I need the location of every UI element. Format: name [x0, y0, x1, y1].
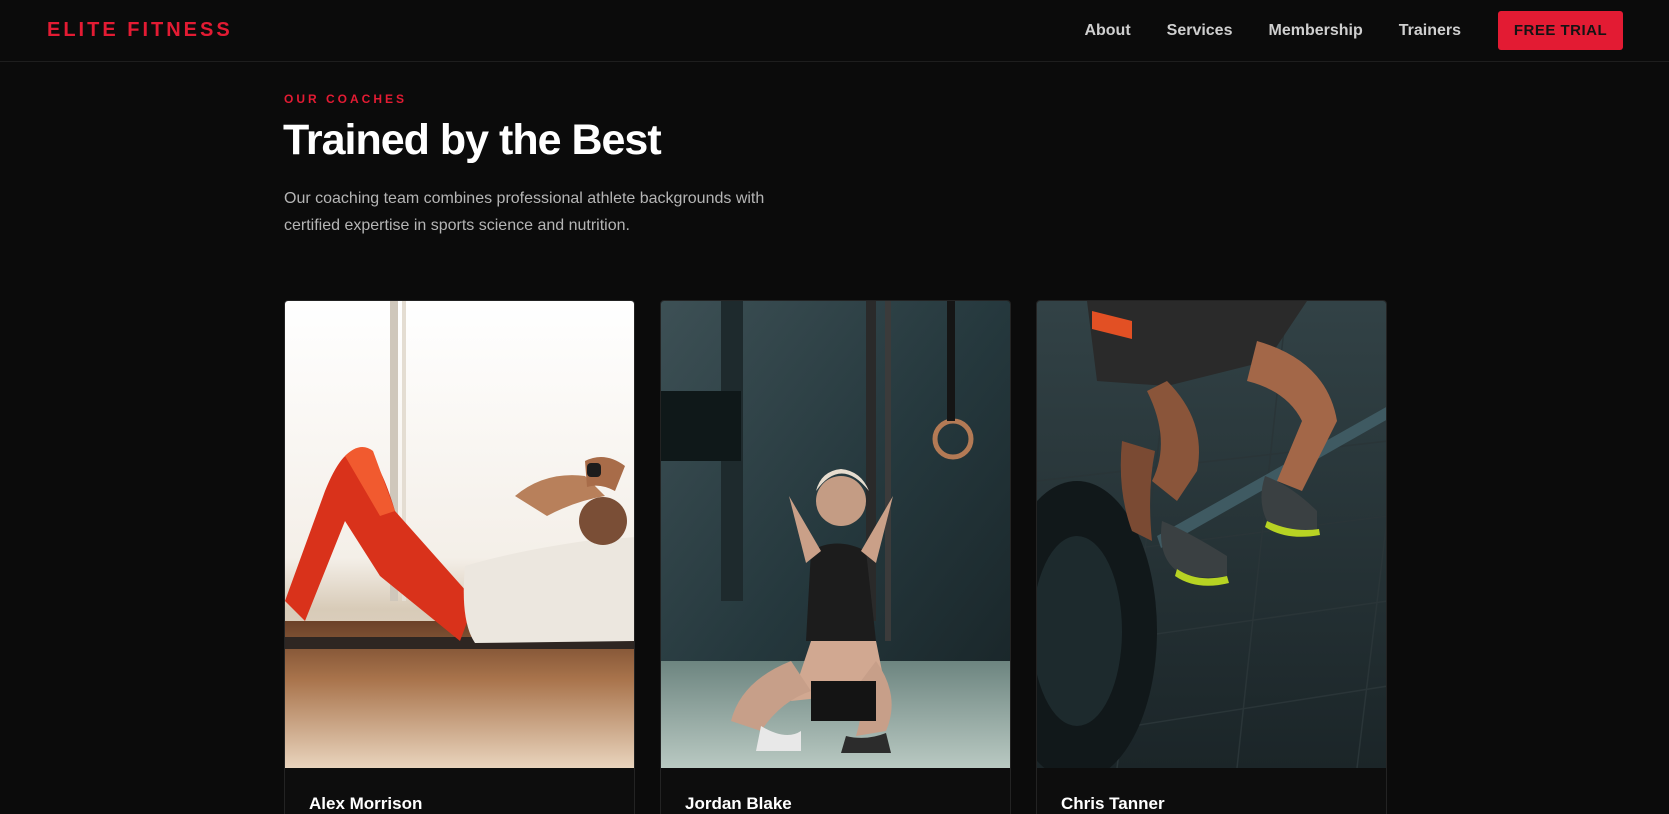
trainer-photo — [661, 301, 1010, 768]
nav-link-membership[interactable]: Membership — [1268, 22, 1362, 40]
site-logo[interactable]: ELITE FITNESS — [47, 19, 233, 42]
section-title: Trained by the Best — [283, 116, 662, 164]
trainer-card[interactable]: Jordan Blake — [660, 300, 1011, 814]
section-description: Our coaching team combines professional … — [284, 190, 765, 234]
trainer-name: Jordan Blake — [685, 794, 792, 813]
nav-link-about[interactable]: About — [1084, 22, 1130, 40]
trainer-photo — [1037, 301, 1386, 768]
nav-link-services[interactable]: Services — [1167, 22, 1233, 40]
trainer-photo — [285, 301, 634, 768]
trainer-card[interactable]: Alex Morrison — [284, 300, 635, 814]
nav-link-trainers[interactable]: Trainers — [1399, 22, 1461, 40]
section-eyebrow: OUR COACHES — [284, 92, 408, 106]
trainer-name: Chris Tanner — [1061, 794, 1165, 813]
free-trial-button[interactable]: FREE TRIAL — [1498, 11, 1623, 50]
trainer-card[interactable]: Chris Tanner — [1036, 300, 1387, 814]
trainer-name: Alex Morrison — [309, 794, 423, 813]
nav-menu: About Services Membership Trainers FREE … — [1084, 11, 1623, 50]
top-navbar: ELITE FITNESS About Services Membership … — [0, 0, 1669, 62]
